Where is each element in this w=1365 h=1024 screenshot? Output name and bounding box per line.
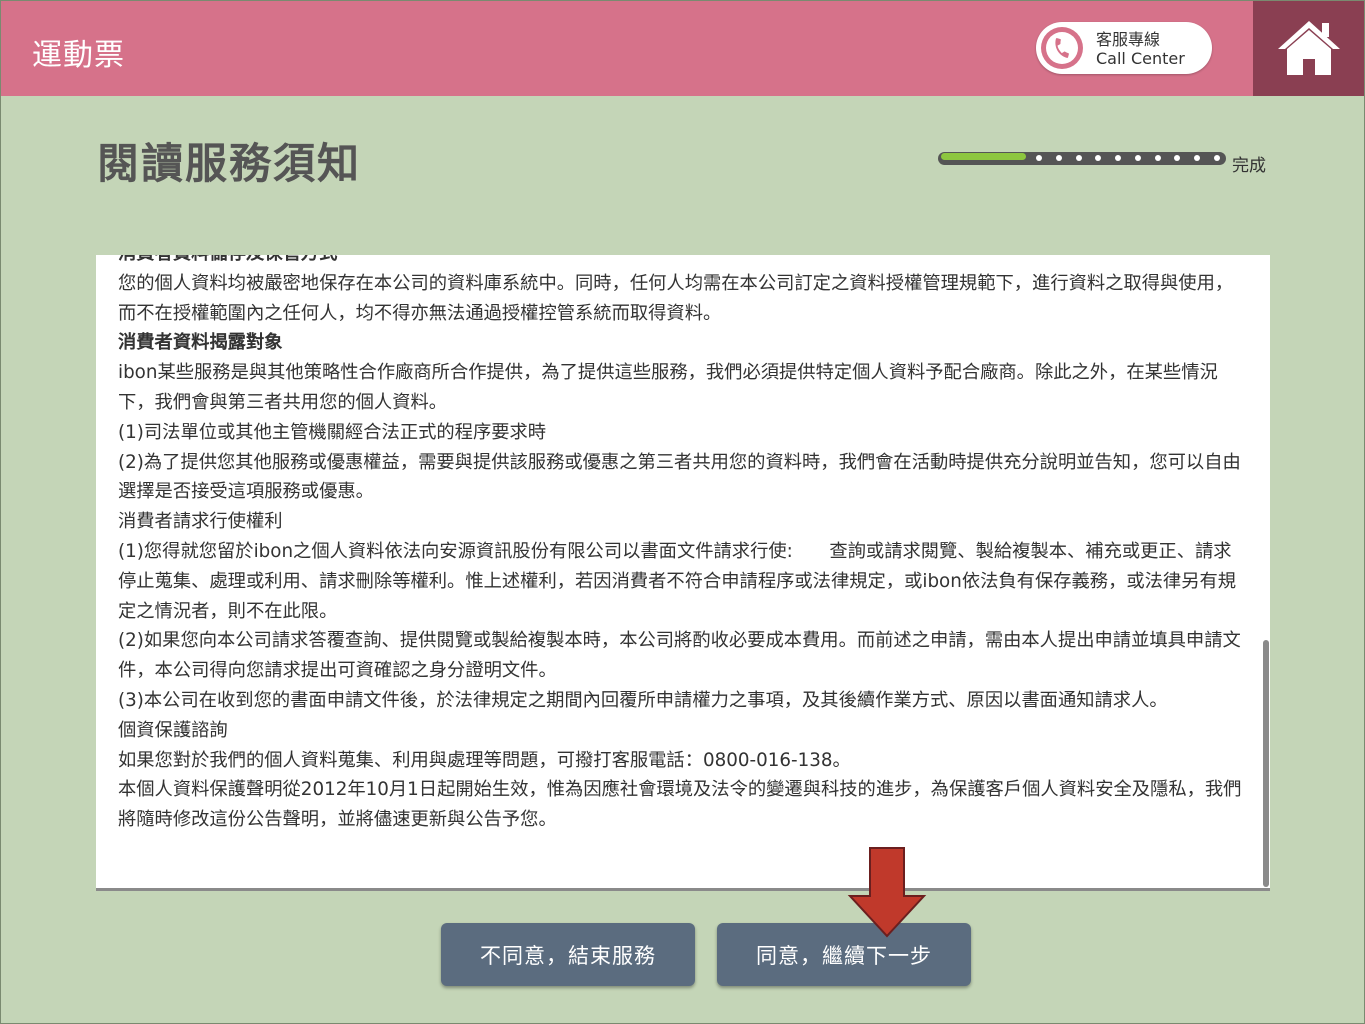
down-arrow-icon: [847, 847, 927, 938]
progress-steps: [1036, 155, 1220, 162]
call-center-label-zh: 客服專線: [1096, 30, 1161, 49]
terms-paragraph: 本個人資料保護聲明從2012年10月1日起開始生效，惟為因應社會環境及法令的變遷…: [118, 779, 1242, 831]
terms-paragraph: 消費者資料儲存及保管方式: [118, 255, 1246, 269]
terms-paragraph: (1)司法單位或其他主管機關經合法正式的程序要求時: [118, 421, 547, 443]
terms-paragraph: 消費者請求行使權利: [118, 511, 283, 533]
page-title: 閱讀服務須知: [97, 139, 362, 188]
terms-paragraph: (2)如果您向本公司請求答覆查詢、提供閱覽或製給複製本時，本公司將酌收必要成本費…: [118, 630, 1241, 682]
app-title: 運動票: [32, 38, 125, 73]
service-terms-text: 消費者資料儲存及保管方式您的個人資料均被嚴密地保存在本公司的資料庫系統中。同時，…: [118, 255, 1246, 835]
call-center-label-en: Call Center: [1096, 49, 1185, 68]
service-terms-panel[interactable]: 消費者資料儲存及保管方式您的個人資料均被嚴密地保存在本公司的資料庫系統中。同時，…: [96, 255, 1270, 891]
terms-paragraph: 個資保護諮詢: [118, 719, 228, 741]
home-button[interactable]: [1253, 0, 1365, 96]
scrollbar[interactable]: [1263, 640, 1269, 887]
home-icon: [1278, 21, 1340, 75]
terms-paragraph: ibon某些服務是與其他策略性合作廠商所合作提供，為了提供這些服務，我們必須提供…: [118, 362, 1218, 413]
terms-paragraph: 消費者資料揭露對象: [118, 332, 283, 354]
phone-icon: [1041, 27, 1083, 69]
progress-complete-label: 完成: [1232, 156, 1266, 176]
call-center-button[interactable]: 客服專線 Call Center: [1036, 22, 1212, 74]
terms-paragraph: (2)為了提供您其他服務或優惠權益，需要與提供該服務或優惠之第三者共用您的資料時…: [118, 451, 1241, 503]
terms-paragraph: 您的個人資料均被嚴密地保存在本公司的資料庫系統中。同時，任何人均需在本公司訂定之…: [118, 272, 1234, 324]
progress-bar: [938, 150, 1226, 168]
terms-paragraph: (1)您得就您留於ibon之個人資料依法向安源資訊股份有限公司以書面文件請求行使…: [118, 540, 1237, 622]
progress-fill: [941, 153, 1026, 160]
terms-paragraph: 如果您對於我們的個人資料蒐集、利用與處理等問題，可撥打客服電話：0800-016…: [118, 749, 851, 771]
app-header: 運動票 客服專線 Call Center: [0, 0, 1253, 96]
agree-button[interactable]: 同意，繼續下一步: [717, 923, 971, 986]
disagree-button[interactable]: 不同意，結束服務: [441, 923, 695, 986]
terms-paragraph: (3)本公司在收到您的書面申請文件後，於法律規定之期間內回覆所申請權力之事項，及…: [118, 689, 1168, 711]
